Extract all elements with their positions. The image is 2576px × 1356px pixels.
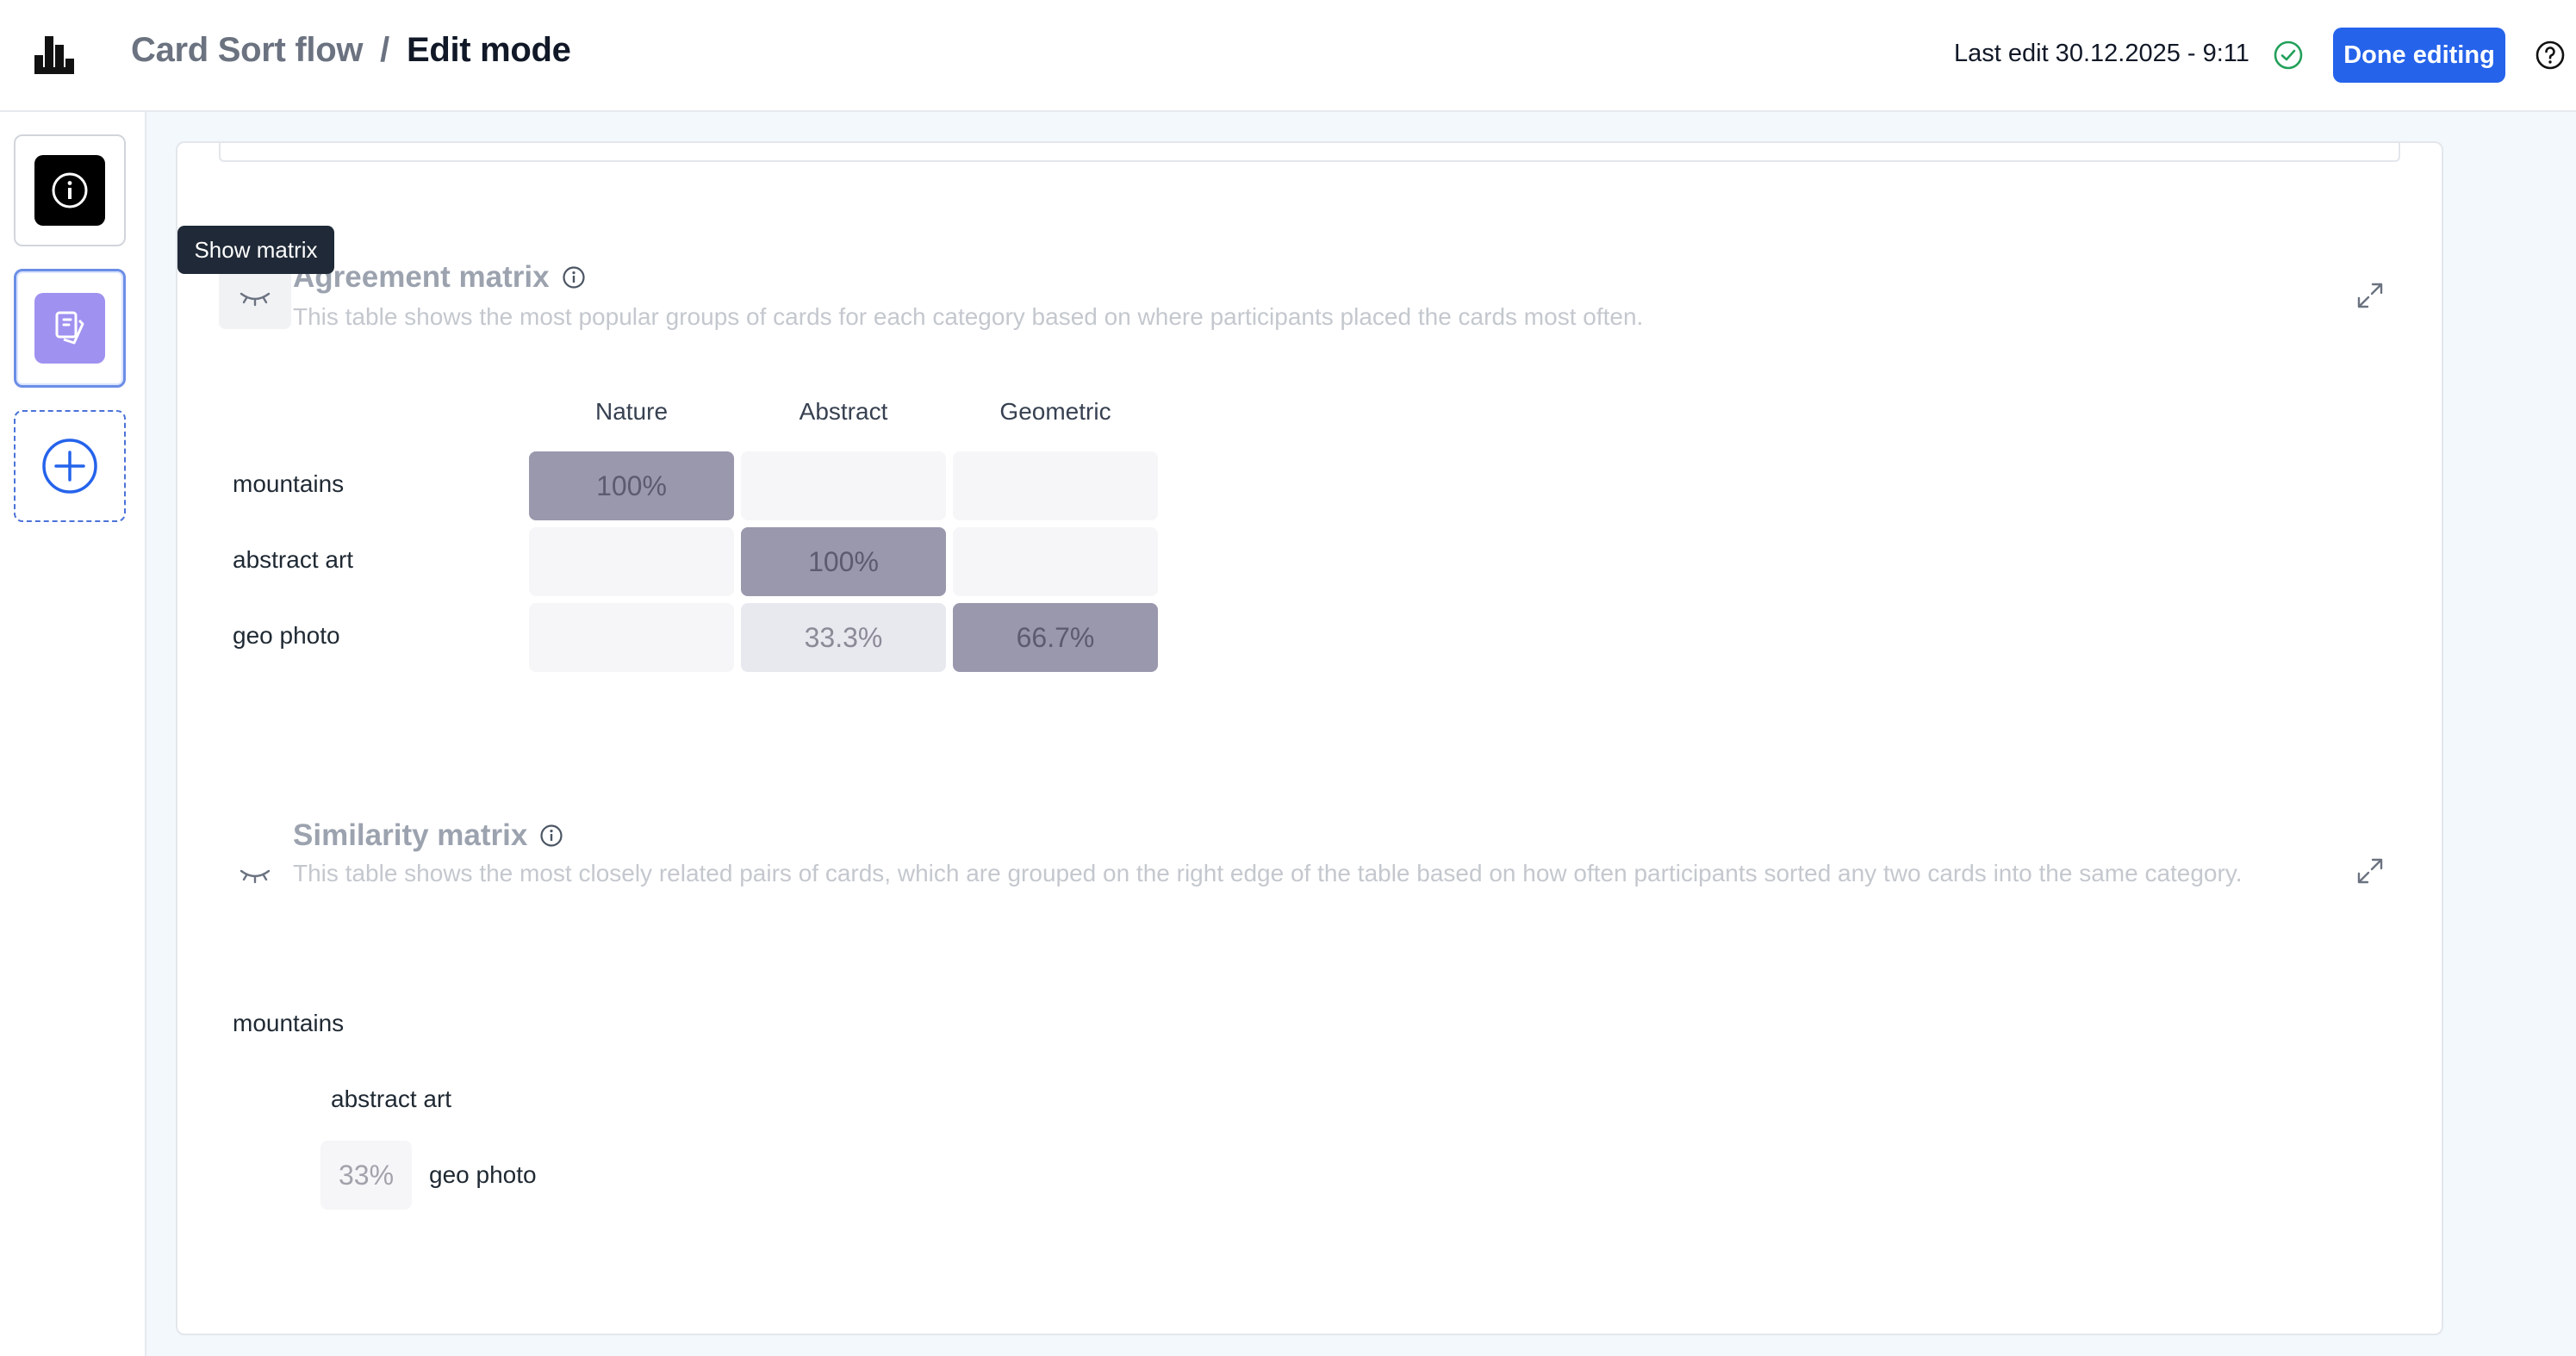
similarity-matrix-title: Similarity matrix — [293, 818, 563, 853]
breadcrumb: Card Sort flow / Edit mode — [131, 31, 571, 70]
toggle-similarity-visibility-button[interactable] — [219, 844, 291, 906]
info-icon[interactable] — [562, 265, 586, 289]
toggle-agreement-visibility-button[interactable] — [219, 267, 291, 329]
info-tile — [34, 155, 105, 226]
breadcrumb-separator: / — [380, 31, 389, 69]
breadcrumb-parent[interactable]: Card Sort flow — [131, 31, 363, 69]
sidebar-item-card-sort[interactable] — [14, 269, 126, 388]
agreement-cell: 100% — [529, 451, 734, 520]
breadcrumb-current: Edit mode — [406, 31, 571, 69]
agreement-row-label: geo photo — [233, 622, 340, 649]
add-block-button[interactable] — [14, 410, 126, 522]
agreement-row-label: mountains — [233, 470, 345, 497]
agreement-column-geometric: Geometric — [999, 398, 1111, 425]
cards-icon — [55, 311, 84, 345]
agreement-row-label: abstract art — [233, 546, 354, 573]
agreement-matrix-description: This table shows the most popular groups… — [293, 303, 1644, 330]
sidebar-item-info[interactable] — [14, 134, 126, 246]
previous-section-edge — [219, 141, 2400, 162]
agreement-column-abstract: Abstract — [799, 398, 888, 425]
plus-circle-icon — [42, 439, 97, 494]
eye-closed-icon — [240, 869, 271, 884]
similarity-card-label: geo photo — [429, 1161, 537, 1188]
agreement-cell: 66.7% — [953, 603, 1158, 672]
expand-icon[interactable] — [2355, 856, 2385, 886]
agreement-matrix-title: Agreement matrix — [293, 260, 586, 295]
logo-icon[interactable] — [34, 36, 76, 74]
agreement-cell — [953, 451, 1158, 520]
check-circle-icon — [2274, 40, 2303, 70]
top-header: Card Sort flow / Edit mode Last edit 30.12… — [0, 0, 2576, 112]
done-editing-button[interactable]: Done editing — [2333, 28, 2505, 83]
cards-tile — [34, 293, 105, 364]
info-icon[interactable] — [539, 824, 563, 848]
similarity-cell: 33% — [320, 1141, 412, 1210]
expand-icon[interactable] — [2355, 281, 2385, 310]
show-matrix-tooltip: Show matrix — [177, 226, 334, 274]
info-icon — [52, 172, 88, 208]
agreement-cell — [529, 603, 734, 672]
similarity-card-label: mountains — [233, 1010, 345, 1036]
similarity-matrix-description: This table shows the most closely relate… — [293, 860, 2243, 886]
similarity-card-label: abstract art — [331, 1085, 452, 1112]
agreement-cell — [953, 527, 1158, 596]
similarity-title-text: Similarity matrix — [293, 818, 528, 852]
last-edit-timestamp: Last edit 30.12.2025 - 9:11 — [1954, 40, 2249, 67]
agreement-cell: 33.3% — [741, 603, 946, 672]
agreement-cell: 100% — [741, 527, 946, 596]
help-icon[interactable] — [2535, 40, 2566, 71]
blocks-sidebar — [0, 112, 146, 1356]
eye-closed-icon — [240, 292, 271, 307]
agreement-column-nature: Nature — [594, 398, 669, 425]
agreement-cell — [529, 527, 734, 596]
agreement-cell — [741, 451, 946, 520]
